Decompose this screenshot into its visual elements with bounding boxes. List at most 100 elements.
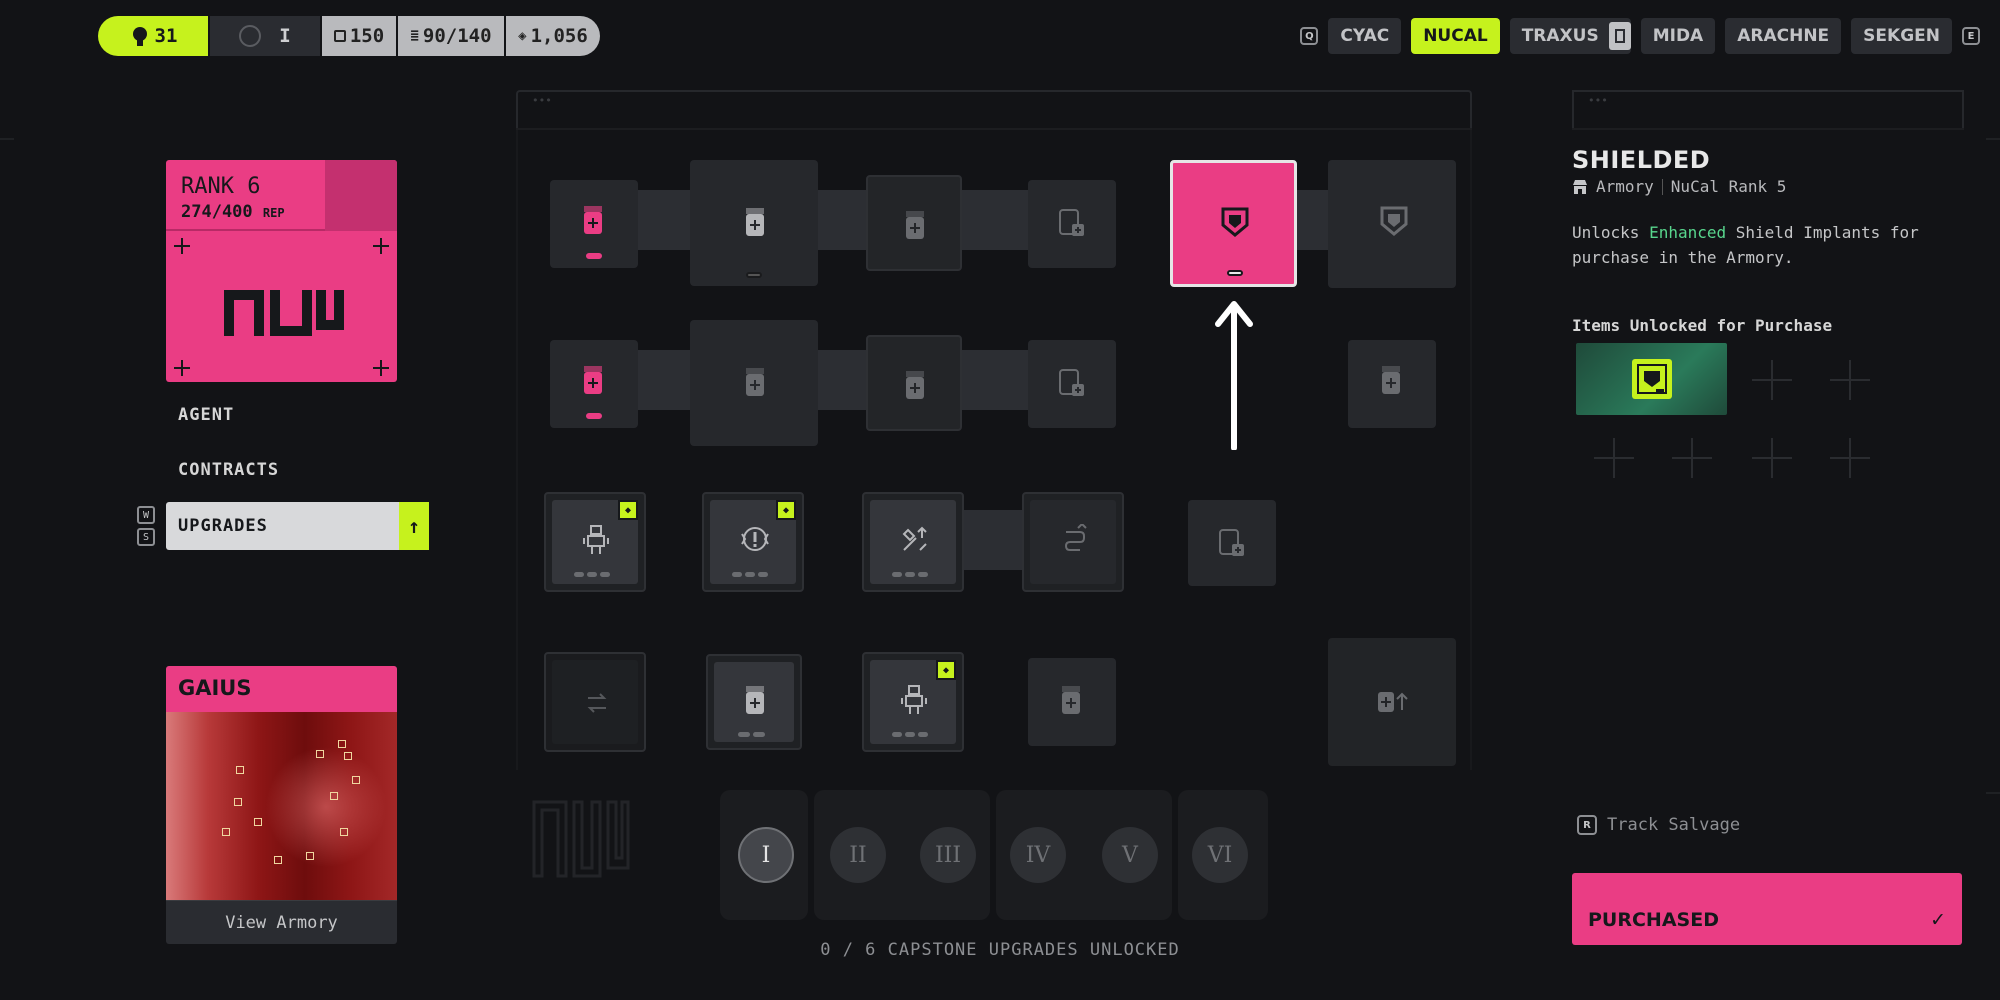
salvage-icon: ◈ — [518, 28, 527, 44]
upgrade-node-capstone[interactable] — [862, 492, 964, 592]
level-icon — [239, 25, 262, 47]
upgrade-node[interactable] — [1328, 638, 1456, 766]
faction-tabs: Q CYAC NUCAL TRAXUS MIDA ARACHNE SEKGEN … — [1300, 17, 1980, 55]
upgrade-node-capstone[interactable] — [544, 652, 646, 752]
tab-mida[interactable]: MIDA — [1640, 18, 1716, 54]
nucal-logo — [224, 290, 344, 336]
tier-3-button[interactable]: III — [920, 827, 976, 883]
credits-icon — [333, 30, 346, 42]
currency-salvage: ◈ 1,056 — [504, 16, 600, 56]
currency-credits: 150 — [320, 16, 396, 56]
capacity-icon: ≣ — [410, 28, 419, 44]
upgrade-node-capstone[interactable]: ◆ — [702, 492, 804, 592]
track-salvage-label: Track Salvage — [1607, 815, 1741, 835]
upgrade-node[interactable] — [690, 320, 818, 446]
view-armory-button[interactable]: View Armory — [166, 900, 397, 944]
upgrade-node[interactable] — [866, 335, 962, 431]
upgrade-node[interactable] — [1028, 340, 1116, 428]
upgrade-node[interactable] — [690, 160, 818, 286]
tier-4-button[interactable]: IV — [1010, 827, 1066, 883]
tier-2-button[interactable]: II — [830, 827, 886, 883]
salvage-value: 1,056 — [530, 25, 588, 47]
upgrade-meta: Armory NuCal Rank 5 — [1572, 177, 1786, 196]
currency-capacity: ≣ 90/140 — [396, 16, 504, 56]
edge-tick — [1986, 138, 2000, 140]
corner-plus-icon — [174, 360, 190, 376]
desc-part: Unlocks — [1572, 223, 1650, 242]
upgrade-node[interactable] — [706, 654, 802, 750]
corner-plus-icon — [174, 238, 190, 254]
track-salvage-key: R — [1577, 815, 1597, 835]
empty-slot — [1830, 360, 1870, 400]
tab-traxus[interactable]: TRAXUS — [1509, 18, 1631, 54]
gaius-title: GAIUS — [166, 666, 397, 712]
next-faction-key[interactable]: E — [1962, 27, 1980, 45]
gaius-card: GAIUS View Armory — [166, 666, 397, 944]
rank-rep-unit: REP — [262, 206, 285, 220]
upgrade-description: Unlocks Enhanced Shield Implants for pur… — [1572, 220, 1972, 270]
edge-tick — [1986, 792, 2000, 794]
upgrade-node-capstone[interactable] — [1022, 492, 1124, 592]
corner-plus-icon — [373, 360, 389, 376]
level-value: I — [279, 25, 291, 47]
player-status-bar: 31 I 150 ≣ 90/140 ◈ 1,056 — [98, 16, 600, 56]
upgrade-node[interactable] — [1028, 180, 1116, 268]
tab-traxus-label: TRAXUS — [1521, 26, 1599, 46]
nav-down-key: S — [137, 528, 155, 546]
tier-6-button[interactable]: VI — [1192, 827, 1248, 883]
nav-up-key: W — [137, 506, 155, 524]
nav-upgrades[interactable]: UPGRADES — [166, 502, 399, 550]
rank-corner-block — [325, 160, 397, 231]
upgrade-node[interactable] — [550, 180, 638, 268]
shield-implant-icon — [1632, 359, 1672, 399]
tier-5-button[interactable]: V — [1102, 827, 1158, 883]
unlock-badge-icon: ◆ — [618, 500, 638, 520]
rank-rep: 274/400 REP — [181, 202, 285, 222]
tab-arachne[interactable]: ARACHNE — [1725, 18, 1842, 54]
upgrade-node-capstone[interactable]: ◆ — [544, 492, 646, 592]
rank-rep-value: 274/400 — [181, 202, 253, 222]
upgrade-node[interactable] — [866, 175, 962, 271]
upgrade-node[interactable] — [1328, 160, 1456, 288]
upgrade-node[interactable] — [1348, 340, 1436, 428]
rank-header: RANK 6 274/400 REP — [166, 160, 397, 231]
notification-icon — [1608, 22, 1631, 50]
empty-slot — [1594, 438, 1634, 478]
capacity-value: 90/140 — [422, 25, 492, 47]
tab-nucal[interactable]: NUCAL — [1411, 18, 1500, 54]
selection-arrow-icon — [1215, 301, 1253, 450]
purchased-button[interactable]: PURCHASED ✓ — [1572, 873, 1962, 945]
rank-value: 31 — [154, 25, 178, 47]
upgrade-title: SHIELDED — [1572, 146, 1711, 174]
empty-slot — [1752, 438, 1792, 478]
upgrade-source: Armory — [1596, 177, 1654, 196]
gaius-portrait — [166, 712, 397, 900]
corner-plus-icon — [373, 238, 389, 254]
nav-contracts[interactable]: CONTRACTS — [166, 446, 429, 494]
watermark-logo-icon — [532, 800, 630, 878]
purchased-label: PURCHASED — [1588, 909, 1719, 931]
upgrade-node[interactable] — [550, 340, 638, 428]
upgrade-node-shielded-selected[interactable] — [1170, 160, 1297, 287]
tab-sekgen[interactable]: SEKGEN — [1851, 18, 1952, 54]
credits-value: 150 — [349, 25, 385, 47]
tab-cyac[interactable]: CYAC — [1328, 18, 1402, 54]
unlocked-item-shield-implant[interactable] — [1576, 343, 1727, 415]
upgrade-rank-requirement: NuCal Rank 5 — [1670, 177, 1787, 196]
faction-rank-card: RANK 6 274/400 REP — [166, 160, 397, 382]
track-salvage-button[interactable]: R Track Salvage — [1577, 815, 1740, 835]
prev-faction-key[interactable]: Q — [1300, 27, 1319, 45]
upgrade-node-capstone[interactable]: ◆ — [862, 652, 964, 752]
unlocked-items-label: Items Unlocked for Purchase — [1572, 316, 1833, 335]
edge-tick — [0, 138, 14, 140]
rank-icon — [132, 27, 147, 46]
nav-agent[interactable]: AGENT — [166, 391, 429, 439]
unlock-badge-icon: ◆ — [776, 500, 796, 520]
tier-selector: I II III IV V VI — [720, 790, 1268, 920]
unlock-badge-icon: ◆ — [936, 660, 956, 680]
upgrade-node[interactable] — [1188, 500, 1276, 586]
upgrade-node[interactable] — [1028, 658, 1116, 746]
rank-title: RANK 6 — [181, 174, 261, 199]
capstone-counter: 0 / 6 CAPSTONE UPGRADES UNLOCKED — [820, 940, 1180, 960]
tier-1-button[interactable]: I — [738, 827, 794, 883]
